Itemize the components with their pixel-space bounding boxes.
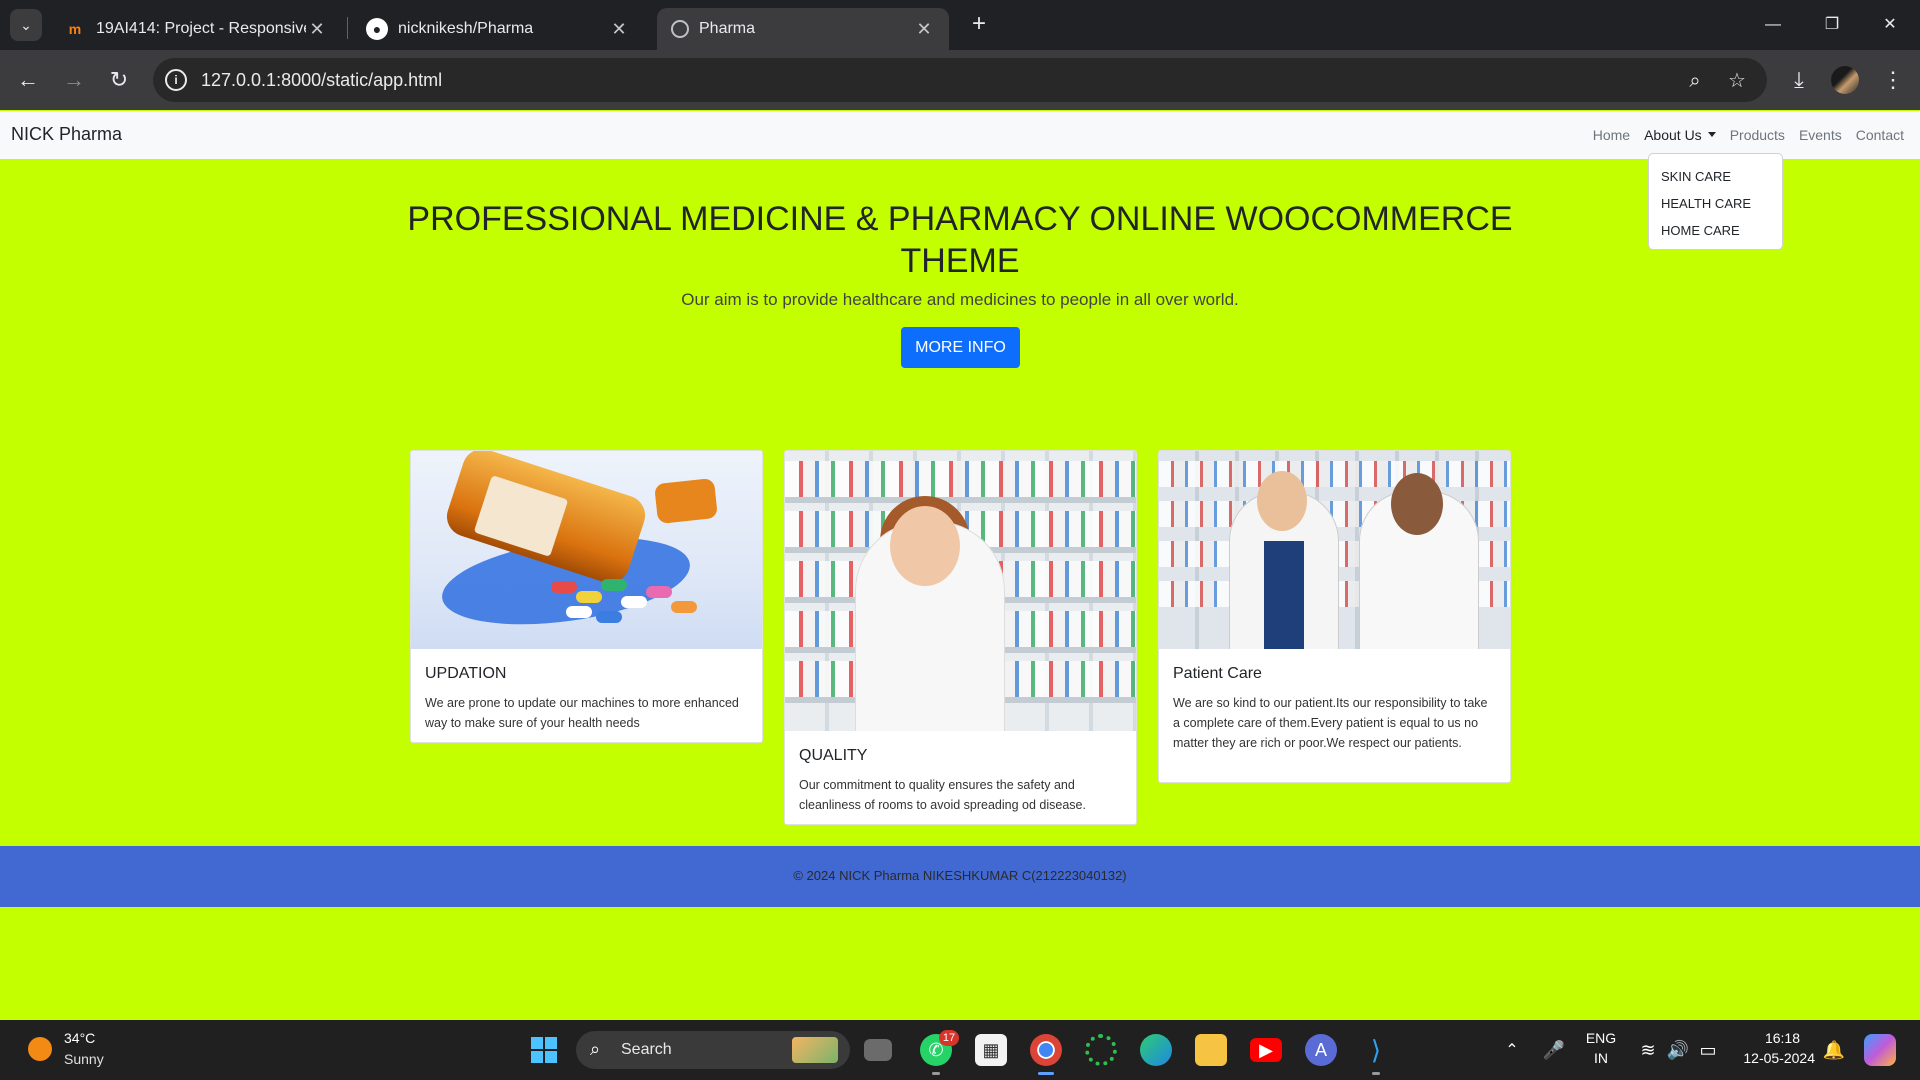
card-text: Our commitment to quality ensures the sa…	[799, 778, 1086, 812]
bookmark-star-icon[interactable]: ☆	[1724, 68, 1750, 94]
close-window-icon[interactable]: ✕	[1870, 8, 1910, 42]
nav-home[interactable]: Home	[1593, 127, 1630, 143]
address-bar[interactable]: i 127.0.0.1:8000/static/app.html	[153, 58, 1767, 102]
zoom-icon[interactable]: ⌕	[1682, 68, 1708, 94]
tab-github[interactable]: ● nicknikesh/Pharma ✕	[352, 8, 644, 50]
wifi-icon[interactable]: ≋	[1632, 1034, 1664, 1066]
notification-bell-icon[interactable]: 🔔	[1818, 1034, 1850, 1066]
battery-icon[interactable]: ▭	[1692, 1034, 1724, 1066]
vscode-icon[interactable]: ⟩	[1360, 1034, 1392, 1066]
windows-taskbar: 34°C Sunny ⌕ Search ✆ ▦ ▶ A ⟩ ⌃ 🎤 ENG IN…	[0, 1020, 1920, 1080]
restore-icon[interactable]: ❐	[1812, 8, 1852, 42]
dropdown-item-skin-care[interactable]: SKIN CARE	[1649, 163, 1782, 190]
site-brand[interactable]: NICK Pharma	[11, 124, 122, 145]
pill-bottle-image	[411, 451, 762, 649]
task-view-icon[interactable]	[864, 1039, 892, 1061]
app-a-icon[interactable]: A	[1305, 1034, 1337, 1066]
running-indicator	[932, 1072, 940, 1075]
tab-moodle[interactable]: m 19AI414: Project - Responsive W ✕	[50, 8, 342, 50]
running-indicator-active	[1038, 1072, 1054, 1075]
site-info-icon[interactable]: i	[165, 69, 187, 91]
youtube-icon[interactable]: ▶	[1250, 1038, 1282, 1062]
volume-icon[interactable]: 🔊	[1662, 1034, 1694, 1066]
region-indicator[interactable]: IN	[1580, 1050, 1622, 1066]
globe-icon	[671, 20, 689, 38]
search-icon: ⌕	[590, 1039, 601, 1059]
card-title: Patient Care	[1173, 665, 1262, 682]
tab-separator	[347, 17, 348, 39]
tab-title: 19AI414: Project - Responsive W	[96, 20, 306, 37]
tab-pharma-active[interactable]: Pharma ✕	[657, 8, 949, 50]
pharmacist-image	[785, 451, 1136, 731]
search-highlight-image	[792, 1037, 838, 1063]
windows-start-icon[interactable]	[528, 1034, 560, 1066]
download-icon[interactable]: ⤓	[1783, 64, 1815, 96]
menu-kebab-icon[interactable]: ⋮	[1877, 64, 1909, 96]
site-navbar: NICK Pharma Home About Us Products Event…	[0, 111, 1920, 159]
card-text: We are prone to update our machines to m…	[425, 696, 739, 730]
forward-arrow-icon[interactable]: →	[58, 64, 90, 96]
nav-about-us[interactable]: About Us	[1644, 127, 1716, 143]
dropdown-item-health-care[interactable]: HEALTH CARE	[1649, 190, 1782, 217]
back-arrow-icon[interactable]: ←	[12, 64, 44, 96]
edge-icon[interactable]	[1140, 1034, 1172, 1066]
microsoft-store-icon[interactable]: ▦	[975, 1034, 1007, 1066]
tab-title: nicknikesh/Pharma	[398, 20, 534, 37]
moodle-icon: m	[68, 21, 82, 37]
nav-products[interactable]: Products	[1730, 127, 1785, 143]
running-indicator	[1372, 1072, 1380, 1075]
card-quality: QUALITY Our commitment to quality ensure…	[784, 450, 1137, 825]
weather-temperature[interactable]: 34°C	[64, 1030, 95, 1046]
more-info-button[interactable]: MORE INFO	[901, 327, 1020, 368]
browser-toolbar: ← → ↻ i 127.0.0.1:8000/static/app.html ⌕…	[0, 50, 1920, 110]
clock-time[interactable]: 16:18	[1730, 1030, 1800, 1046]
hero-subtitle: Our aim is to provide healthcare and med…	[681, 290, 1239, 309]
search-label: Search	[621, 1041, 672, 1058]
tab-title: Pharma	[699, 20, 756, 37]
dropdown-item-home-care[interactable]: HOME CARE	[1649, 217, 1782, 244]
two-pharmacists-image	[1159, 451, 1510, 649]
browser-tab-bar: ⌄ m 19AI414: Project - Responsive W ✕ ● …	[0, 0, 1920, 50]
hero-title: PROFESSIONAL MEDICINE & PHARMACY ONLINE …	[407, 200, 1513, 280]
minimize-icon[interactable]: —	[1753, 8, 1793, 42]
nav-about-us-label: About Us	[1644, 127, 1702, 143]
footer-copyright: © 2024 NICK Pharma NIKESHKUMAR C(2122230…	[793, 868, 1127, 883]
card-patient-care: Patient Care We are so kind to our patie…	[1158, 450, 1511, 783]
nav-links: Home About Us Products Events Contact	[1579, 127, 1904, 143]
language-indicator[interactable]: ENG	[1580, 1030, 1622, 1046]
clock-date[interactable]: 12-05-2024	[1730, 1050, 1815, 1066]
site-footer: © 2024 NICK Pharma NIKESHKUMAR C(2122230…	[0, 846, 1920, 907]
tab-search-button[interactable]: ⌄	[10, 9, 42, 41]
github-icon: ●	[366, 18, 388, 40]
close-tab-icon[interactable]: ✕	[608, 19, 630, 40]
nav-contact[interactable]: Contact	[1856, 127, 1904, 143]
whatsapp-unread-badge: 17	[939, 1030, 959, 1046]
chevron-up-icon[interactable]: ⌃	[1496, 1034, 1528, 1066]
card-updation: UPDATION We are prone to update our mach…	[410, 450, 763, 743]
url-text[interactable]: 127.0.0.1:8000/static/app.html	[201, 70, 442, 91]
copilot-icon[interactable]	[1864, 1034, 1896, 1066]
close-tab-icon[interactable]: ✕	[306, 19, 328, 40]
loading-app-icon[interactable]	[1085, 1034, 1117, 1066]
close-tab-icon[interactable]: ✕	[913, 19, 935, 40]
taskbar-search[interactable]: ⌕ Search	[576, 1031, 850, 1069]
file-explorer-icon[interactable]	[1195, 1034, 1227, 1066]
sun-icon[interactable]	[28, 1037, 52, 1061]
about-us-dropdown-menu: SKIN CARE HEALTH CARE HOME CARE	[1648, 153, 1783, 250]
profile-avatar[interactable]	[1831, 66, 1859, 94]
weather-description[interactable]: Sunny	[64, 1051, 104, 1067]
card-text: We are so kind to our patient.Its our re…	[1173, 696, 1488, 750]
chrome-icon[interactable]	[1030, 1034, 1062, 1066]
new-tab-button[interactable]: +	[964, 10, 994, 40]
caret-down-icon	[1707, 132, 1716, 137]
card-title: QUALITY	[799, 747, 868, 764]
microphone-icon[interactable]: 🎤	[1538, 1034, 1570, 1066]
nav-events[interactable]: Events	[1799, 127, 1842, 143]
reload-icon[interactable]: ↻	[103, 64, 135, 96]
card-title: UPDATION	[425, 665, 507, 682]
